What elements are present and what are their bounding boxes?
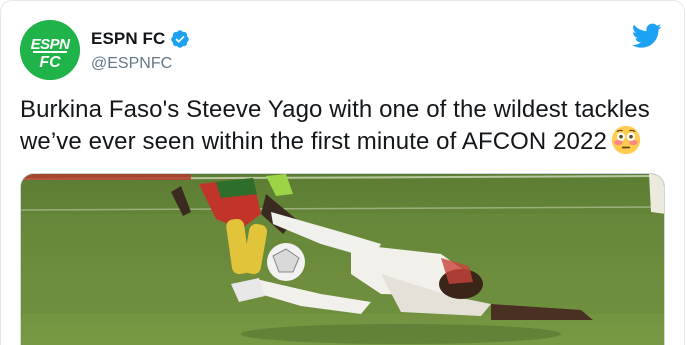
- user-handle[interactable]: @ESPNFC: [91, 55, 172, 73]
- football-tackle-photo: [21, 174, 664, 345]
- author-name-row[interactable]: ESPN FC: [91, 29, 190, 49]
- avatar-logo-line2: FC: [39, 54, 61, 71]
- tweet-media-photo[interactable]: [20, 173, 665, 345]
- tweet-text: Burkina Faso's Steeve Yago with one of t…: [20, 94, 670, 163]
- flushed-face-icon: [611, 125, 641, 163]
- tweet-card[interactable]: ESPN FC ESPN FC @ESPNFC Burkina Faso's S…: [0, 0, 685, 345]
- display-name[interactable]: ESPN FC: [91, 29, 165, 49]
- twitter-bird-icon[interactable]: [631, 23, 662, 54]
- avatar[interactable]: ESPN FC: [20, 20, 80, 80]
- verified-badge-icon: [170, 29, 190, 49]
- tweet-text-content: Burkina Faso's Steeve Yago with one of t…: [20, 96, 650, 155]
- avatar-logo-line1: ESPN: [31, 36, 72, 53]
- espn-fc-logo: ESPN FC: [20, 20, 80, 80]
